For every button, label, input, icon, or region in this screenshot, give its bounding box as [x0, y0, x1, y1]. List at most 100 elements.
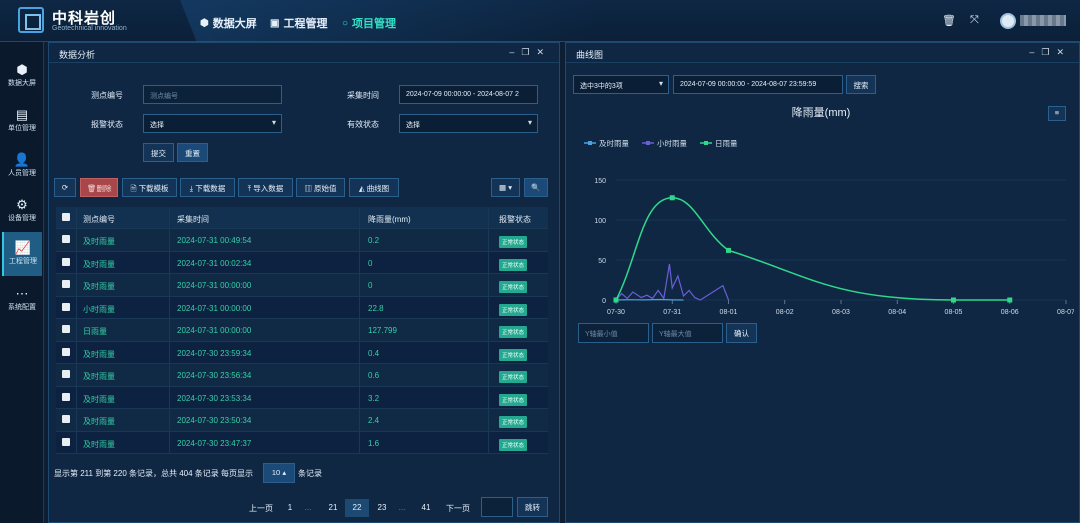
cell-alarm-status: 正常状态	[499, 326, 528, 338]
sidebar-item-engineering[interactable]: 📈 工程管理	[2, 232, 42, 276]
confirm-button[interactable]: 确认	[726, 323, 757, 343]
row-checkbox[interactable]	[62, 415, 70, 423]
records-summary: 显示第 211 到第 220 条记录，总共 404 条记录 每页显示	[54, 469, 254, 478]
series-line-2	[615, 197, 1010, 301]
window-controls[interactable]: –❐✕	[509, 47, 551, 58]
next-page-link[interactable]: 下一页	[442, 499, 474, 517]
page-size-select[interactable]: 10 ▴	[263, 463, 295, 483]
ymax-input[interactable]: Y轴最大值	[652, 323, 723, 343]
series-line-1	[615, 263, 730, 301]
sidebar-item-dashboard[interactable]: ⬢ 数据大屏	[2, 54, 42, 98]
x-tick-label: 08-04	[888, 309, 906, 316]
delete-label: 删除	[96, 184, 112, 193]
row-checkbox[interactable]	[62, 280, 70, 288]
brand-subtitle: Geotechnical innovation	[52, 25, 127, 32]
page-link-41[interactable]: 41	[415, 499, 437, 517]
submit-button[interactable]: 提交	[143, 143, 174, 162]
alarm-status-label: 报警状态	[91, 120, 123, 129]
page-link-1[interactable]: 1	[282, 499, 298, 517]
row-checkbox[interactable]	[62, 325, 70, 333]
cell-rainfall: 0.2	[368, 236, 380, 245]
jump-page-input[interactable]	[481, 497, 513, 517]
row-checkbox[interactable]	[62, 392, 70, 401]
chart-title: 降雨量(mm)	[792, 105, 851, 119]
cell-rainfall: 0.6	[368, 371, 380, 380]
table-row[interactable]: 及时雨量 2024-07-30 23:47:37 1.6 正常状态	[56, 431, 548, 454]
select-all-checkbox[interactable]	[62, 213, 70, 221]
page-link-23[interactable]: 23	[371, 499, 393, 517]
table-row[interactable]: 及时雨量 2024-07-30 23:53:34 3.2 正常状态	[56, 386, 548, 409]
table-row[interactable]: 及时雨量 2024-07-30 23:56:34 0.6 正常状态	[56, 364, 548, 387]
sidebar-item-label: 人员管理	[8, 170, 36, 177]
trash-icon[interactable]: 🗑	[942, 14, 956, 27]
window-controls[interactable]: –❐✕	[1029, 47, 1071, 58]
chart-time-range-input[interactable]: 2024-07-09 00:00:00 - 2024-08-07 23:59:5…	[673, 75, 843, 94]
logo-icon	[18, 7, 44, 33]
cell-rainfall: 1.6	[368, 438, 380, 448]
point-id-input[interactable]: 测点编号	[143, 85, 282, 104]
status-badge: 正常状态	[499, 258, 528, 271]
prev-page-link[interactable]: 上一页	[246, 499, 276, 517]
table-header-row: 测点编号 采集时间 降雨量(mm) 报警状态	[56, 207, 548, 229]
table-row[interactable]: 及时雨量 2024-07-30 23:59:34 0.4 正常状态	[56, 341, 548, 364]
time-range-input[interactable]: 2024-07-09 00:00:00 - 2024-08-07 2	[399, 85, 538, 104]
refresh-button[interactable]: ⟳	[54, 178, 76, 197]
y-tick-label: 0	[602, 298, 606, 305]
search-button[interactable]: 🔍	[524, 178, 548, 197]
row-checkbox[interactable]	[62, 302, 70, 311]
table-row[interactable]: 及时雨量 2024-07-31 00:49:54 0.2 正常状态	[56, 229, 548, 252]
row-checkbox[interactable]	[62, 257, 70, 266]
panel-title: 曲线图	[576, 50, 604, 60]
bar-chart-icon: ▥	[304, 184, 312, 193]
topnav-engineering[interactable]: ▣ 工程管理	[270, 15, 327, 31]
page-link-21[interactable]: 21	[322, 499, 344, 517]
refresh-icon: ⟳	[61, 183, 69, 192]
sidebar-item-config[interactable]: ⋯ 系统配置	[2, 278, 42, 322]
dots-icon: ⋯	[15, 286, 29, 301]
cell-point-id: 及时雨量	[83, 282, 115, 291]
area-chart-icon: ◭	[358, 184, 365, 193]
reset-button[interactable]: 重置	[177, 143, 208, 162]
download-data-button[interactable]: ⤓ 下载数据	[180, 178, 235, 197]
cell-time: 2024-07-31 00:02:34	[177, 258, 252, 268]
row-checkbox[interactable]	[62, 347, 70, 356]
jump-button[interactable]: 跳转	[517, 497, 548, 517]
table-row[interactable]: 日雨量 2024-07-31 00:00:00 127.799 正常状态	[56, 319, 548, 342]
sidebar-item-personnel[interactable]: 👤 人员管理	[2, 144, 42, 188]
table-row[interactable]: 及时雨量 2024-07-30 23:50:34 2.4 正常状态	[56, 409, 548, 432]
search-icon: 🔍	[531, 183, 541, 192]
table-row[interactable]: 及时雨量 2024-07-31 00:02:34 0 正常状态	[56, 251, 548, 274]
valid-status-label: 有效状态	[347, 120, 379, 129]
row-checkbox[interactable]	[62, 370, 70, 378]
ymin-input[interactable]: Y轴最小值	[578, 323, 649, 343]
topnav-dashboard[interactable]: ⬢ 数据大屏	[200, 15, 257, 31]
cell-rainfall: 127.799	[368, 326, 397, 335]
row-checkbox[interactable]	[62, 437, 70, 446]
sidebar-item-units[interactable]: ▤ 单位管理	[2, 99, 42, 143]
series-select[interactable]: 选中3中的3项	[573, 75, 669, 94]
username-blurred[interactable]	[1020, 15, 1066, 26]
row-checkbox[interactable]	[62, 235, 70, 243]
valid-status-select[interactable]: 选择	[399, 114, 538, 133]
chart-search-button[interactable]: 搜索	[846, 75, 876, 94]
panel-header: 曲线图 –❐✕	[566, 43, 1079, 63]
raw-value-button[interactable]: ▥ 原始值	[296, 178, 345, 197]
alarm-status-select[interactable]: 选择	[143, 114, 282, 133]
sidebar-item-devices[interactable]: ⚙ 设备管理	[2, 189, 42, 233]
topnav-project[interactable]: ○ 项目管理	[342, 15, 396, 31]
columns-toggle-button[interactable]: ▦ ▾	[491, 178, 520, 197]
data-point	[726, 247, 731, 253]
data-point	[613, 297, 619, 303]
data-point	[951, 297, 956, 303]
delete-button[interactable]: 🗑删除	[80, 178, 118, 197]
table-row[interactable]: 小时雨量 2024-07-31 00:00:00 22.8 正常状态	[56, 296, 548, 319]
avatar[interactable]	[1000, 13, 1016, 29]
col-header-time: 采集时间	[177, 215, 209, 224]
page-link-22-current[interactable]: 22	[345, 499, 369, 517]
table-row[interactable]: 及时雨量 2024-07-31 00:00:00 0 正常状态	[56, 274, 548, 297]
curve-chart-button[interactable]: ◭ 曲线图	[349, 178, 399, 197]
cell-point-id: 及时雨量	[83, 259, 115, 269]
fullscreen-icon[interactable]: ⤧	[970, 14, 979, 27]
import-data-button[interactable]: ⤒ 导入数据	[238, 178, 293, 197]
download-template-button[interactable]: 🗎 下载模板	[122, 178, 177, 197]
